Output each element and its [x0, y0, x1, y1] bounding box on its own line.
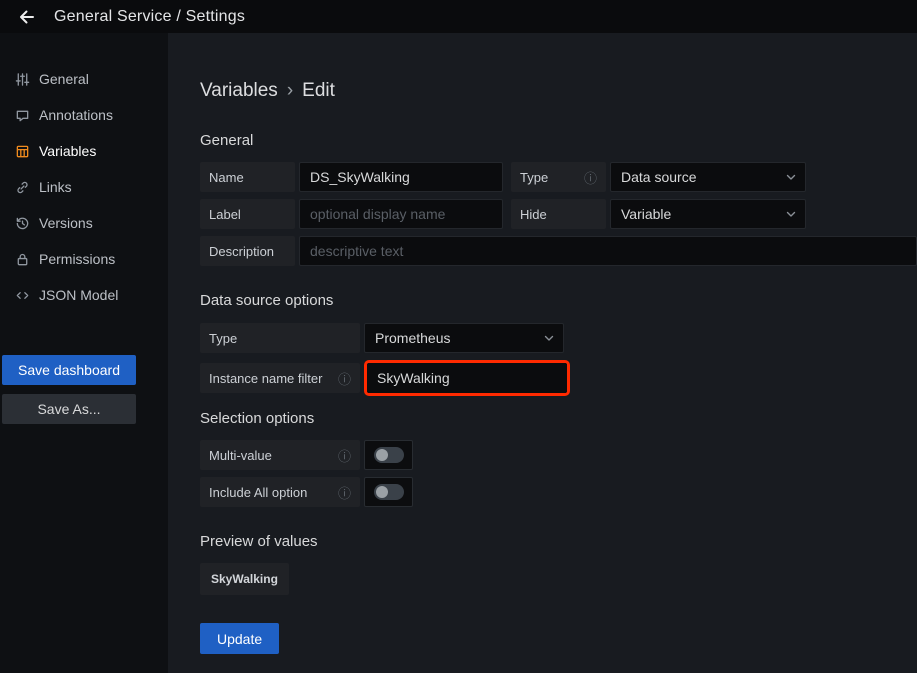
- general-section-heading: General: [200, 132, 917, 149]
- hide-label: Hide: [511, 199, 606, 229]
- label-input[interactable]: [299, 199, 503, 229]
- info-icon[interactable]: ⓘ: [338, 369, 351, 388]
- description-row: Description: [200, 236, 917, 266]
- variables-edit-panel: Variables › Edit General Name Type ⓘ Dat…: [168, 33, 917, 673]
- toggle-knob: [376, 449, 388, 461]
- chevron-down-icon: [543, 332, 555, 344]
- datasource-options-heading: Data source options: [200, 292, 917, 309]
- label-label: Label: [200, 199, 295, 229]
- page-breadcrumb-title: General Service / Settings: [54, 8, 245, 26]
- hide-select[interactable]: Variable: [610, 199, 806, 229]
- sidebar-item-label: JSON Model: [39, 287, 118, 303]
- datasource-type-row: Type Prometheus: [200, 323, 917, 353]
- sidebar-item-general[interactable]: General: [0, 61, 168, 97]
- selection-options-heading: Selection options: [200, 410, 917, 427]
- sidebar-item-label: General: [39, 71, 89, 87]
- name-label: Name: [200, 162, 295, 192]
- name-input[interactable]: [299, 162, 503, 192]
- type-select[interactable]: Data source: [610, 162, 806, 192]
- table-icon: [14, 143, 30, 159]
- name-type-row: Name Type ⓘ Data source: [200, 162, 917, 192]
- settings-sidebar: General Annotations Variables: [0, 33, 168, 673]
- multi-value-label: Multi-value ⓘ: [200, 440, 360, 470]
- sidebar-item-label: Permissions: [39, 251, 115, 267]
- type-label: Type ⓘ: [511, 162, 606, 192]
- sidebar-item-permissions[interactable]: Permissions: [0, 241, 168, 277]
- datasource-type-select[interactable]: Prometheus: [364, 323, 564, 353]
- history-icon: [14, 215, 30, 231]
- toggle-track: [374, 447, 404, 463]
- save-dashboard-button[interactable]: Save dashboard: [2, 355, 136, 385]
- breadcrumb-page: Edit: [302, 80, 335, 102]
- sidebar-item-links[interactable]: Links: [0, 169, 168, 205]
- sidebar-item-label: Annotations: [39, 107, 113, 123]
- label-hide-row: Label Hide Variable: [200, 199, 917, 229]
- update-button[interactable]: Update: [200, 623, 279, 654]
- toggle-track: [374, 484, 404, 500]
- topbar: General Service / Settings: [0, 0, 917, 33]
- chevron-down-icon: [785, 171, 797, 183]
- multi-value-row: Multi-value ⓘ: [200, 440, 917, 470]
- save-as-button[interactable]: Save As...: [2, 394, 136, 424]
- preview-heading: Preview of values: [200, 533, 917, 550]
- include-all-label: Include All option ⓘ: [200, 477, 360, 507]
- description-label: Description: [200, 236, 295, 266]
- sidebar-item-variables[interactable]: Variables: [0, 133, 168, 169]
- lock-icon: [14, 251, 30, 267]
- sliders-icon: [14, 71, 30, 87]
- info-icon[interactable]: ⓘ: [338, 446, 351, 465]
- red-highlight-annotation: [364, 360, 570, 396]
- include-all-row: Include All option ⓘ: [200, 477, 917, 507]
- sidebar-item-annotations[interactable]: Annotations: [0, 97, 168, 133]
- breadcrumb-section: Variables: [200, 80, 278, 102]
- info-icon[interactable]: ⓘ: [338, 483, 351, 502]
- instance-name-filter-input[interactable]: [367, 363, 567, 393]
- app-window: General Service / Settings General An: [0, 0, 917, 673]
- instance-name-filter-label: Instance name filter ⓘ: [200, 363, 360, 393]
- sidebar-item-label: Links: [39, 179, 72, 195]
- sidebar-item-json-model[interactable]: JSON Model: [0, 277, 168, 313]
- toggle-knob: [376, 486, 388, 498]
- include-all-toggle[interactable]: [364, 477, 413, 507]
- page-title: Variables › Edit: [200, 80, 917, 102]
- datasource-type-label: Type: [200, 323, 360, 353]
- link-icon: [14, 179, 30, 195]
- description-input[interactable]: [299, 236, 917, 266]
- chevron-down-icon: [785, 208, 797, 220]
- breadcrumb-separator: ›: [287, 80, 293, 102]
- sidebar-item-label: Versions: [39, 215, 93, 231]
- code-brackets-icon: [14, 287, 30, 303]
- multi-value-toggle[interactable]: [364, 440, 413, 470]
- back-arrow-icon[interactable]: [14, 4, 40, 30]
- preview-value-chip: SkyWalking: [200, 563, 289, 595]
- info-icon[interactable]: ⓘ: [584, 168, 597, 187]
- sidebar-item-label: Variables: [39, 143, 96, 159]
- sidebar-item-versions[interactable]: Versions: [0, 205, 168, 241]
- instance-name-filter-row: Instance name filter ⓘ: [200, 360, 917, 396]
- comment-icon: [14, 107, 30, 123]
